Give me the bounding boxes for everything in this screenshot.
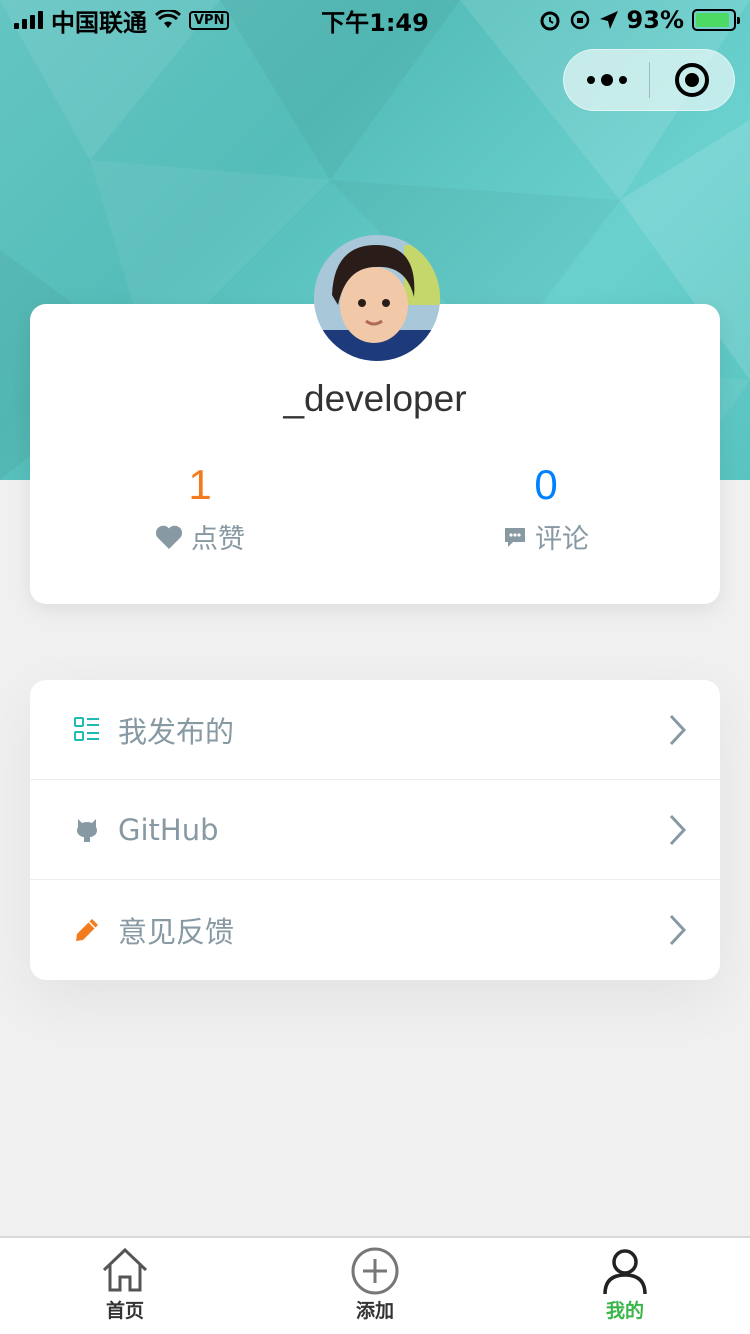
chevron-right-icon xyxy=(669,714,687,745)
home-icon xyxy=(102,1247,148,1292)
menu-item-label: GitHub xyxy=(118,812,219,847)
avatar-image xyxy=(314,235,440,361)
tab-add[interactable]: 添加 xyxy=(250,1238,500,1334)
more-button[interactable] xyxy=(564,50,649,110)
chevron-right-icon xyxy=(669,914,687,946)
menu-item-label: 我发布的 xyxy=(118,714,235,749)
add-circle-icon xyxy=(351,1247,399,1295)
list-icon xyxy=(74,716,99,741)
alarm-icon xyxy=(540,11,560,31)
likes-label: 点赞 xyxy=(191,524,245,555)
menu-item-label: 意见反馈 xyxy=(118,915,235,949)
likes-stat[interactable]: 1 点赞 xyxy=(100,459,300,556)
tab-mine[interactable]: 我的 xyxy=(500,1238,750,1334)
more-dots-icon xyxy=(586,76,595,84)
comment-icon xyxy=(505,527,525,547)
username: _developer xyxy=(283,378,467,419)
comments-stat[interactable]: 0 评论 xyxy=(446,459,646,556)
comments-label: 评论 xyxy=(535,524,589,555)
menu-item-feedback[interactable]: 意见反馈 xyxy=(30,880,720,980)
miniprogram-capsule xyxy=(563,49,735,111)
pencil-icon xyxy=(76,919,98,941)
menu-item-my-posts[interactable]: 我发布的 xyxy=(30,680,720,780)
avatar[interactable] xyxy=(314,235,440,361)
battery-icon xyxy=(692,9,740,31)
heart-icon xyxy=(155,525,183,549)
menu-card: 我发布的 GitHub 意见反馈 xyxy=(30,680,720,980)
chevron-right-icon xyxy=(669,814,687,845)
tab-home[interactable]: 首页 xyxy=(0,1238,250,1334)
tab-label: 首页 xyxy=(105,1300,144,1322)
close-button[interactable] xyxy=(650,50,734,110)
user-icon xyxy=(603,1249,647,1295)
comments-count: 0 xyxy=(534,461,558,508)
github-icon xyxy=(77,818,97,842)
menu-item-github[interactable]: GitHub xyxy=(30,780,720,880)
target-close-icon xyxy=(674,63,709,97)
wifi-icon xyxy=(155,10,181,28)
signal-icon xyxy=(14,11,43,29)
carrier-name: 中国联通 xyxy=(51,8,147,37)
likes-count: 1 xyxy=(188,461,212,508)
tab-label: 我的 xyxy=(605,1300,644,1322)
status-bar: 中国联通 VPN 下午1:49 93% xyxy=(0,0,750,40)
battery-percent: 93% xyxy=(626,6,684,34)
location-arrow-icon xyxy=(599,11,618,29)
rotation-lock-icon xyxy=(570,10,589,30)
tab-label: 添加 xyxy=(355,1300,394,1322)
vpn-badge: VPN xyxy=(189,10,230,30)
tab-bar: 首页 添加 我的 xyxy=(0,1236,750,1334)
